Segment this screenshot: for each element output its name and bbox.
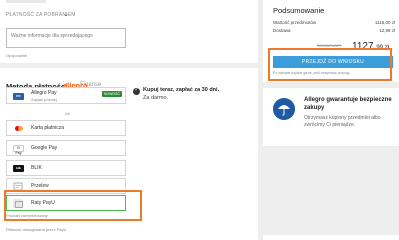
umbrella-icon: [273, 98, 295, 120]
guarantee-card: Allegro gwarantuje bezpieczne zakupy Otr…: [263, 88, 399, 146]
highlight-box-cta: [268, 48, 392, 81]
allegro-pay-logo: PAY: [13, 93, 24, 100]
new-badge: NOWOŚĆ: [101, 91, 122, 97]
checkmark-icon: [133, 87, 140, 95]
guarantee-text-line-1: Otrzymasz kupiony przedmiot albo: [304, 115, 381, 121]
guarantee-text-line-2: zwrócimy Ci pieniądze.: [304, 122, 356, 128]
payment-option-blik[interactable]: blik BLIK: [6, 160, 126, 176]
delivery-value: 12,99 zł: [379, 28, 395, 33]
google-pay-icon: G Pay: [13, 145, 24, 155]
option-sublabel: Zapłać później: [31, 97, 57, 102]
promo-line-2: Za darmo.: [143, 95, 169, 101]
payu-footer: Płatność obsługiwana przez PayU: [6, 227, 67, 232]
seller-note-placeholder: Ważne informacje dla sprzedającego: [11, 33, 93, 39]
guarantee-title-line-1: Allegro gwarantuje bezpieczne: [304, 97, 392, 103]
guarantee-title: Allegro gwarantuje bezpieczne zakupy: [304, 96, 392, 112]
chevron-down-icon[interactable]: ⌄: [63, 10, 69, 18]
option-label: Karta płatnicza: [31, 125, 65, 131]
option-label: BLIK: [31, 165, 42, 171]
delivery-card: PŁATNOŚĆ ZA POBRANIEM ⌄ Ważne informacje…: [0, 0, 258, 63]
mastercard-icon: [13, 125, 24, 132]
optional-label: Opcjonalnie: [6, 53, 28, 58]
blik-icon: blik: [13, 165, 24, 172]
items-value: 1115,00 zł: [374, 20, 395, 25]
guarantee-title-line-2: zakupy: [304, 105, 325, 111]
option-label: Przelew: [31, 183, 49, 189]
divider: [6, 0, 46, 3]
guarantee-text: Otrzymasz kupiony przedmiot albo zwrócim…: [304, 115, 381, 129]
highlight-box-installments: [4, 190, 142, 221]
right-column-bottom: [263, 235, 399, 240]
seller-note-field[interactable]: Ważne informacje dla sprzedającego: [6, 28, 126, 48]
payment-option-card[interactable]: Karta płatnicza: [6, 120, 126, 136]
payment-option-google-pay[interactable]: G Pay Google Pay: [6, 140, 126, 156]
summary-title: Podsumowanie: [273, 6, 325, 15]
payment-option-allegro-pay[interactable]: PAY Allegro Pay Zapłać później NOWOŚĆ: [6, 87, 126, 104]
or-separator: lub: [65, 111, 71, 116]
option-label: Allegro Pay: [31, 90, 57, 96]
option-label: Google Pay: [31, 145, 58, 151]
items-value-label: Wartość przedmiotów: [273, 20, 317, 25]
promo-line-1: Kupuj teraz, zapłać za 30 dni.: [143, 87, 220, 93]
delivery-label: Dostawa: [273, 28, 291, 33]
